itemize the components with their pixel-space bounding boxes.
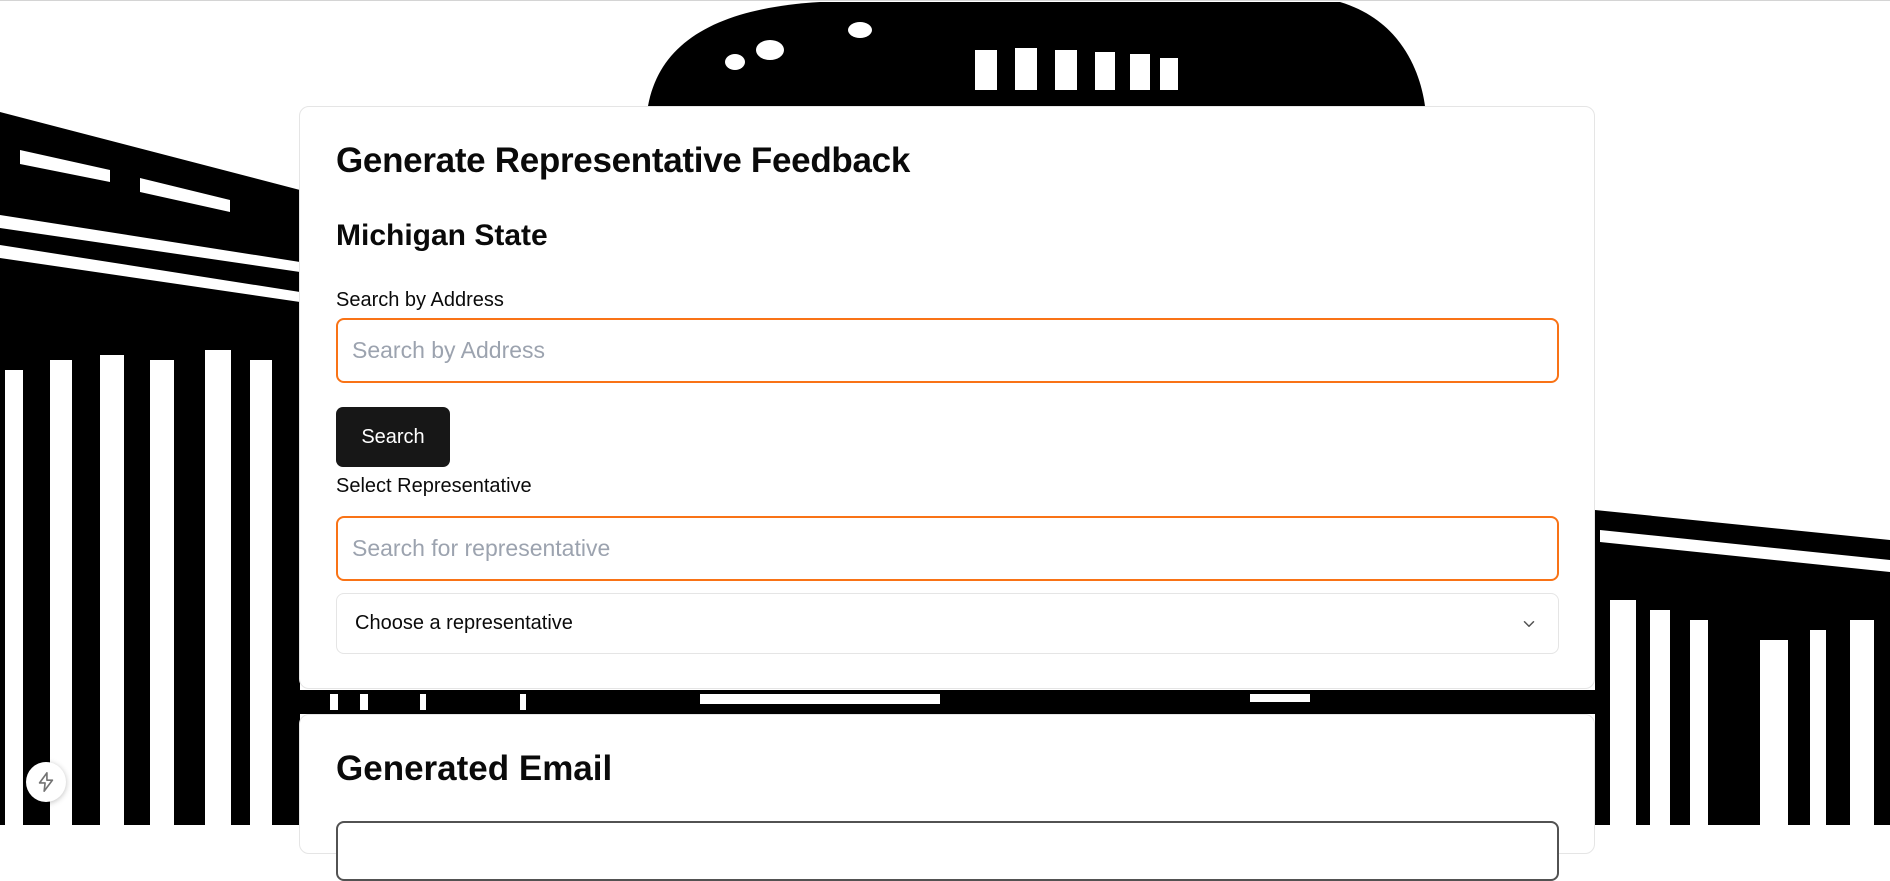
generated-email-textarea[interactable] xyxy=(336,821,1559,881)
state-heading: Michigan State xyxy=(336,219,548,252)
representative-select-value: Choose a representative xyxy=(355,612,573,634)
feedback-form-card: Generate Representative Feedback Michiga… xyxy=(299,106,1595,689)
page-title: Generate Representative Feedback xyxy=(336,141,911,180)
representative-label: Select Representative xyxy=(336,475,532,497)
generated-email-title: Generated Email xyxy=(336,749,613,788)
search-button[interactable]: Search xyxy=(336,407,450,467)
generated-email-card: Generated Email xyxy=(299,714,1595,881)
chevron-down-icon xyxy=(1523,620,1535,627)
representative-select[interactable]: Choose a representative xyxy=(336,593,1559,654)
top-border xyxy=(0,0,1890,1)
address-search-input[interactable] xyxy=(336,318,1559,383)
representative-search-input[interactable] xyxy=(336,516,1559,581)
lightning-bolt-icon xyxy=(38,772,54,792)
floating-action-button[interactable] xyxy=(26,762,66,802)
address-label: Search by Address xyxy=(336,289,504,311)
